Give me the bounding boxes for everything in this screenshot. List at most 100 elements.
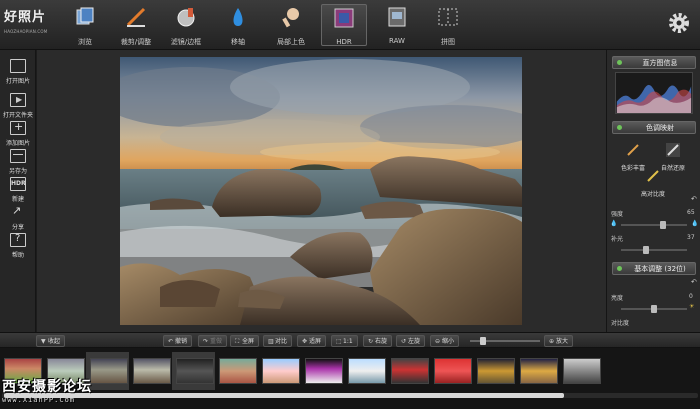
redo-icon: ↷ (203, 338, 209, 345)
logo-subtitle: HAOZHAOPIAN.COM (4, 29, 48, 34)
rotate-right-button[interactable]: ↻ 右旋 (363, 335, 393, 347)
thumbnail[interactable] (477, 358, 515, 384)
sidebar-help[interactable]: ? 帮助 (0, 230, 36, 264)
fill-light-label: 补光 (611, 236, 624, 243)
rotate-right-icon: ↻ (368, 338, 374, 345)
bottom-toolbar: ▼ 收起 ↶ 撤销 ↷ 重做 ⛶ 全屏 ▥对比 ✥ 适屏 ⬚1:1 ↻ 右旋 ↺ 左旋 ⊖ 缩小… (0, 332, 700, 348)
fill-light-slider[interactable] (621, 246, 687, 254)
thumbnail[interactable] (176, 358, 214, 384)
thumbnail[interactable] (348, 358, 386, 384)
sidebar-item-label: 帮助 (11, 252, 24, 259)
local-color-icon (282, 8, 299, 28)
tool-label: 浏览 (78, 38, 92, 46)
fit-screen-button[interactable]: ✥ 适屏 (297, 335, 327, 347)
filter-frame-icon (177, 8, 195, 27)
tool-filter-frame[interactable]: 滤镜/边框 (163, 4, 209, 46)
raw-icon (388, 7, 406, 27)
redo-button[interactable]: ↷ 重做 (198, 335, 228, 347)
drop-large-icon: 💧 (691, 220, 699, 227)
status-dot-icon (617, 60, 622, 65)
forum-watermark: 西安摄影论坛 www.XianPP.Com (2, 376, 112, 404)
reset-strength-icon[interactable]: ↶ (691, 195, 697, 203)
save-as-icon (10, 149, 26, 163)
help-icon: ? (10, 233, 26, 247)
thumbnail[interactable] (563, 358, 601, 384)
brightness-label: 亮度 (611, 295, 624, 302)
add-image-icon: + (10, 120, 26, 135)
tool-label: 局部上色 (277, 38, 305, 46)
tool-crop-adjust[interactable]: 裁剪/调整 (113, 4, 159, 46)
folder-icon (10, 59, 26, 73)
gear-icon[interactable] (668, 12, 690, 34)
left-sidebar: 打开图片 ▶ 打开文件夹 + 添加图片 另存为 HDR 新建 ↗ 分享 ? 帮助 (0, 50, 36, 332)
preset-high-contrast[interactable]: 高对比度 (639, 168, 667, 198)
thumbnail[interactable] (391, 358, 429, 384)
tool-label: 移轴 (231, 38, 245, 46)
tilt-shift-icon (233, 8, 243, 26)
thumbnail[interactable] (434, 358, 472, 384)
fill-light-value: 37 (687, 234, 695, 241)
fullscreen-icon: ⛶ (235, 338, 240, 345)
share-icon: ↗ (12, 204, 22, 217)
histogram-title: 直方图信息 (642, 59, 678, 67)
slider-knob[interactable] (643, 246, 650, 254)
tool-hdr[interactable]: HDR (321, 4, 367, 46)
tool-raw[interactable]: RAW (374, 4, 420, 46)
tone-map-header[interactable]: 色调映射 (612, 121, 696, 134)
tool-collage[interactable]: 拼图 (425, 4, 471, 46)
crop-adjust-icon (126, 7, 146, 27)
tool-browse[interactable]: 浏览 (62, 4, 108, 46)
undo-button[interactable]: ↶ 撤销 (163, 335, 193, 347)
thumbnail[interactable] (133, 358, 171, 384)
brush-icon (627, 144, 639, 156)
brush-icon (666, 143, 680, 157)
strength-value: 65 (687, 209, 695, 216)
rotate-left-icon: ↺ (401, 338, 407, 345)
thumbnail[interactable] (520, 358, 558, 384)
rotate-left-button[interactable]: ↺ 左旋 (396, 335, 426, 347)
strength-slider[interactable] (621, 221, 687, 229)
chevron-down-icon: ▼ (41, 338, 46, 345)
image-canvas[interactable] (37, 50, 606, 332)
actual-size-button[interactable]: ⬚1:1 (331, 335, 358, 347)
zoom-out-button[interactable]: ⊖ 缩小 (430, 335, 460, 347)
tool-label: 裁剪/调整 (120, 38, 152, 46)
preset-label: 高对比度 (640, 191, 665, 198)
app-logo: 好照片 HAOZHAOPIAN.COM (4, 6, 54, 46)
collapse-button[interactable]: ▼ 收起 (36, 335, 66, 347)
drop-small-icon: 💧 (610, 220, 618, 227)
browse-icon (76, 7, 94, 25)
tool-tilt-shift[interactable]: 移轴 (215, 4, 261, 46)
watermark-title: 西安摄影论坛 (2, 379, 92, 395)
actual-size-icon: ⬚ (336, 338, 342, 345)
brightness-slider[interactable] (621, 305, 687, 313)
zoom-out-icon: ⊖ (435, 338, 441, 345)
collage-icon (438, 8, 458, 26)
basic-adjust-header[interactable]: 基本调整 (32位) (612, 262, 696, 275)
brightness-value: 0 (689, 293, 693, 300)
zoom-in-button[interactable]: ⊕ 放大 (544, 335, 574, 347)
thumbnail[interactable] (262, 358, 300, 384)
tool-local-color[interactable]: 局部上色 (268, 4, 314, 46)
histogram-header[interactable]: 直方图信息 (612, 56, 696, 69)
slider-knob[interactable] (651, 305, 657, 313)
sidebar-open-image[interactable]: 打开图片 (0, 56, 36, 90)
tool-label: 滤镜/边框 (170, 38, 202, 46)
fullscreen-button[interactable]: ⛶ 全屏 (230, 335, 260, 347)
compare-button[interactable]: ▥对比 (263, 335, 293, 347)
slider-knob[interactable] (480, 337, 486, 345)
zoom-slider[interactable] (470, 337, 540, 345)
thumbnail[interactable] (305, 358, 343, 384)
hdr-photo[interactable] (120, 57, 522, 325)
zoom-in-icon: ⊕ (549, 338, 555, 345)
tone-map-title: 色调映射 (646, 124, 674, 132)
logo-title: 好照片 (4, 10, 47, 25)
sidebar-item-label: 打开图片 (5, 78, 30, 85)
tool-label: 拼图 (441, 38, 455, 46)
thumbnail[interactable] (219, 358, 257, 384)
top-toolbar: 好照片 HAOZHAOPIAN.COM 浏览 裁剪/调整 滤镜/边框 移轴 局部… (0, 0, 700, 50)
tool-label: RAW (389, 37, 405, 45)
slider-knob[interactable] (660, 221, 666, 229)
reset-brightness-icon[interactable]: ↶ (691, 278, 697, 286)
strength-label: 强度 (611, 211, 624, 218)
